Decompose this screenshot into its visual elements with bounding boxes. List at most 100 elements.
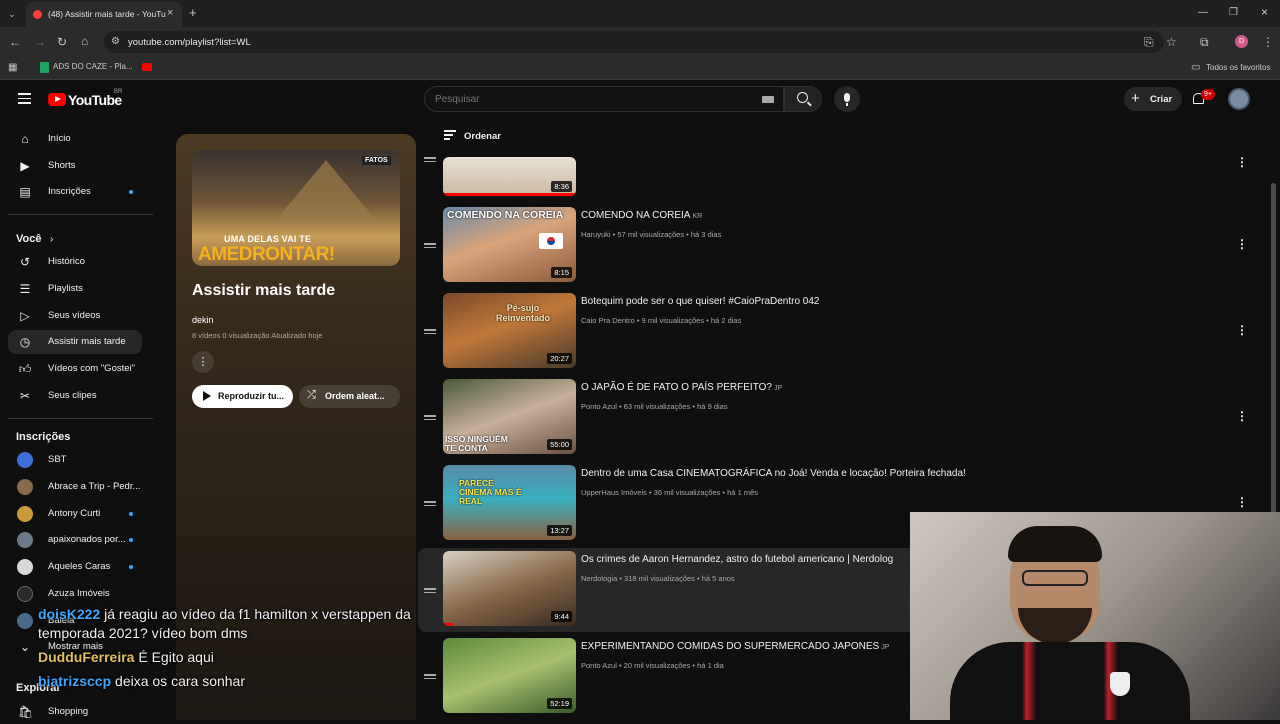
video-menu-icon[interactable]: ⋮: [1236, 155, 1248, 169]
minimize-icon[interactable]: —: [1198, 7, 1208, 18]
close-tab-icon[interactable]: ×: [167, 7, 173, 19]
play-all-button[interactable]: Reproduzir tu...: [192, 385, 293, 408]
tab-search-icon[interactable]: ⌄: [8, 8, 16, 20]
video-menu-icon[interactable]: ⋮: [1236, 409, 1248, 423]
chrome-menu-icon[interactable]: ⋮: [1262, 36, 1274, 48]
video-duration: 52:19: [547, 698, 572, 709]
sidebar-sub-sbt[interactable]: SBT: [8, 448, 142, 472]
maximize-icon[interactable]: ❐: [1229, 7, 1238, 18]
sidebar-item-videos-gostei[interactable]: 👍︎ Vídeos com "Gostei": [8, 357, 142, 381]
guide-menu-icon[interactable]: [18, 93, 31, 104]
install-app-icon[interactable]: ⎘: [1144, 36, 1154, 48]
shuffle-button[interactable]: ⤮ Ordem aleat...: [299, 385, 400, 408]
youtube-bookmark-icon[interactable]: [142, 63, 152, 71]
channel-avatar: [17, 452, 33, 468]
sidebar-item-historico[interactable]: ↺ Histórico: [8, 250, 142, 274]
sidebar-item-seus-videos[interactable]: ▷ Seus vídeos: [8, 304, 142, 328]
video-menu-icon[interactable]: ⋮: [1236, 237, 1248, 251]
video-title[interactable]: EXPERIMENTANDO COMIDAS DO SUPERMERCADO J…: [581, 641, 889, 652]
sidebar-item-playlists[interactable]: ☰ Playlists: [8, 277, 142, 301]
address-bar[interactable]: ⚙ youtube.com/playlist?list=WL: [104, 31, 1164, 53]
video-thumbnail[interactable]: COMENDO NA COREIA 8:15: [443, 207, 576, 282]
video-thumbnail[interactable]: Pé-sujo Reinventado 20:27: [443, 293, 576, 368]
bookmarks-bar: ▦ ADS DO CAZE - Pla... ▭ Todos os favori…: [0, 57, 1280, 80]
sidebar-item-seus-clipes[interactable]: ✂ Seus clipes: [8, 384, 142, 408]
you-section-header[interactable]: Você ›: [16, 229, 53, 247]
all-favorites[interactable]: Todos os favoritos: [1206, 63, 1270, 72]
thumbnail-text-line1: UMA DELAS VAI TE: [224, 234, 312, 244]
sidebar-sub-abrace-a-trip[interactable]: Abrace a Trip - Pedr...: [8, 475, 142, 499]
search-button[interactable]: [784, 86, 822, 112]
video-thumbnail[interactable]: 52:19: [443, 638, 576, 713]
chat-text: É Egito aqui: [138, 649, 214, 665]
sidebar-label: Histórico: [48, 256, 85, 267]
sidebar-item-inicio[interactable]: ⌂ Início: [8, 127, 142, 151]
channel-avatar: [17, 613, 33, 629]
site-info-icon[interactable]: ⚙: [111, 36, 120, 48]
playlist-owner[interactable]: dekin: [192, 315, 214, 325]
playlist-thumbnail[interactable]: FATOS UMA DELAS VAI TE AMEDRONTAR!: [192, 150, 400, 266]
drag-handle-icon[interactable]: [424, 588, 436, 595]
create-button[interactable]: + Criar: [1124, 87, 1182, 111]
watch-progress-bar: [443, 193, 576, 196]
video-title[interactable]: Dentro de uma Casa CINEMATOGRÁFICA no Jo…: [581, 468, 966, 479]
playlist-more-options-icon[interactable]: ⋮: [192, 351, 214, 373]
video-title[interactable]: Os crimes de Aaron Hernandez, astro do f…: [581, 554, 893, 565]
sidebar-item-inscricoes[interactable]: ▤ Inscrições: [8, 180, 142, 204]
browser-tab-active[interactable]: (48) Assistir mais tarde - YouTube ×: [26, 2, 182, 27]
team-crest-icon: [1110, 672, 1130, 696]
drag-handle-icon[interactable]: [424, 415, 436, 422]
you-heading: Você: [16, 233, 42, 245]
video-thumbnail[interactable]: 9:44: [443, 551, 576, 626]
video-thumbnail[interactable]: ISSO NINGUÉM TE CONTA 55:00: [443, 379, 576, 454]
user-avatar[interactable]: [1228, 88, 1250, 110]
video-title[interactable]: Botequim pode ser o que quiser! #CaioPra…: [581, 296, 819, 307]
drag-handle-icon[interactable]: [424, 243, 436, 250]
drag-handle-icon[interactable]: [424, 501, 436, 508]
drag-handle-icon[interactable]: [424, 674, 436, 681]
chat-message-continued: temporada 2021? vídeo bom dms: [38, 625, 247, 641]
playlist-video-row[interactable]: ISSO NINGUÉM TE CONTA 55:00 O JAPÃO É DE…: [418, 379, 1256, 459]
sidebar-sub-azuza[interactable]: Azuza Imóveis: [8, 582, 142, 606]
video-menu-icon[interactable]: ⋮: [1236, 495, 1248, 509]
voice-search-button[interactable]: [834, 86, 860, 112]
video-meta: Ponto Azul • 63 mil visualizações • há 9…: [581, 402, 728, 411]
apps-grid-icon[interactable]: ▦: [8, 62, 17, 74]
sidebar-item-shopping[interactable]: 🛍︎ Shopping: [8, 700, 142, 724]
subscriptions-heading: Inscrições: [16, 431, 71, 443]
forward-icon[interactable]: →: [34, 36, 46, 48]
playlist-video-row[interactable]: 8:36 ⋮: [418, 121, 1256, 201]
keyboard-icon[interactable]: [762, 96, 774, 103]
drag-handle-icon[interactable]: [424, 157, 436, 164]
sidebar-sub-aqueles-caras[interactable]: Aqueles Caras: [8, 555, 142, 579]
video-thumbnail[interactable]: PARECE CINEMA MAS É REAL 13:27: [443, 465, 576, 540]
home-browser-icon[interactable]: ⌂: [81, 35, 88, 47]
new-tab-icon[interactable]: +: [189, 6, 197, 19]
sidebar-item-shorts[interactable]: ▶ Shorts: [8, 154, 142, 178]
url-text: youtube.com/playlist?list=WL: [128, 37, 251, 48]
search-input[interactable]: [435, 91, 755, 107]
close-window-icon[interactable]: ×: [1261, 5, 1268, 19]
extensions-icon[interactable]: ⧉: [1200, 36, 1209, 48]
video-title[interactable]: O JAPÃO É DE FATO O PAÍS PERFEITO? JP: [581, 382, 782, 393]
drag-handle-icon[interactable]: [424, 329, 436, 336]
profile-avatar[interactable]: D: [1235, 35, 1248, 48]
chevron-down-icon: ⌄: [19, 640, 31, 654]
sidebar-sub-apaixonados[interactable]: apaixonados por...: [8, 528, 142, 552]
video-title[interactable]: COMENDO NA COREIA KR: [581, 210, 702, 221]
playlist-video-row[interactable]: Pé-sujo Reinventado 20:27 Botequim pode …: [418, 293, 1256, 373]
video-menu-icon[interactable]: ⋮: [1236, 323, 1248, 337]
search-box[interactable]: [424, 86, 784, 112]
back-icon[interactable]: ←: [9, 36, 21, 48]
reload-icon[interactable]: ↻: [57, 36, 67, 48]
sidebar-label: Início: [48, 133, 71, 144]
video-thumbnail[interactable]: 8:36: [443, 157, 576, 196]
bookmark-star-icon[interactable]: ☆: [1166, 36, 1177, 48]
sidebar-item-assistir-mais-tarde[interactable]: ◷ Assistir mais tarde: [8, 330, 142, 354]
playlist-video-row[interactable]: COMENDO NA COREIA 8:15 COMENDO NA COREIA…: [418, 207, 1256, 287]
channel-avatar: [17, 586, 33, 602]
sidebar-label: Seus vídeos: [48, 310, 101, 321]
sidebar-sub-antony-curti[interactable]: Antony Curti: [8, 502, 142, 526]
bookmark-ads-do-caze[interactable]: ADS DO CAZE - Pla...: [53, 62, 133, 71]
thumbnail-caption: ISSO NINGUÉM TE CONTA: [445, 434, 508, 453]
